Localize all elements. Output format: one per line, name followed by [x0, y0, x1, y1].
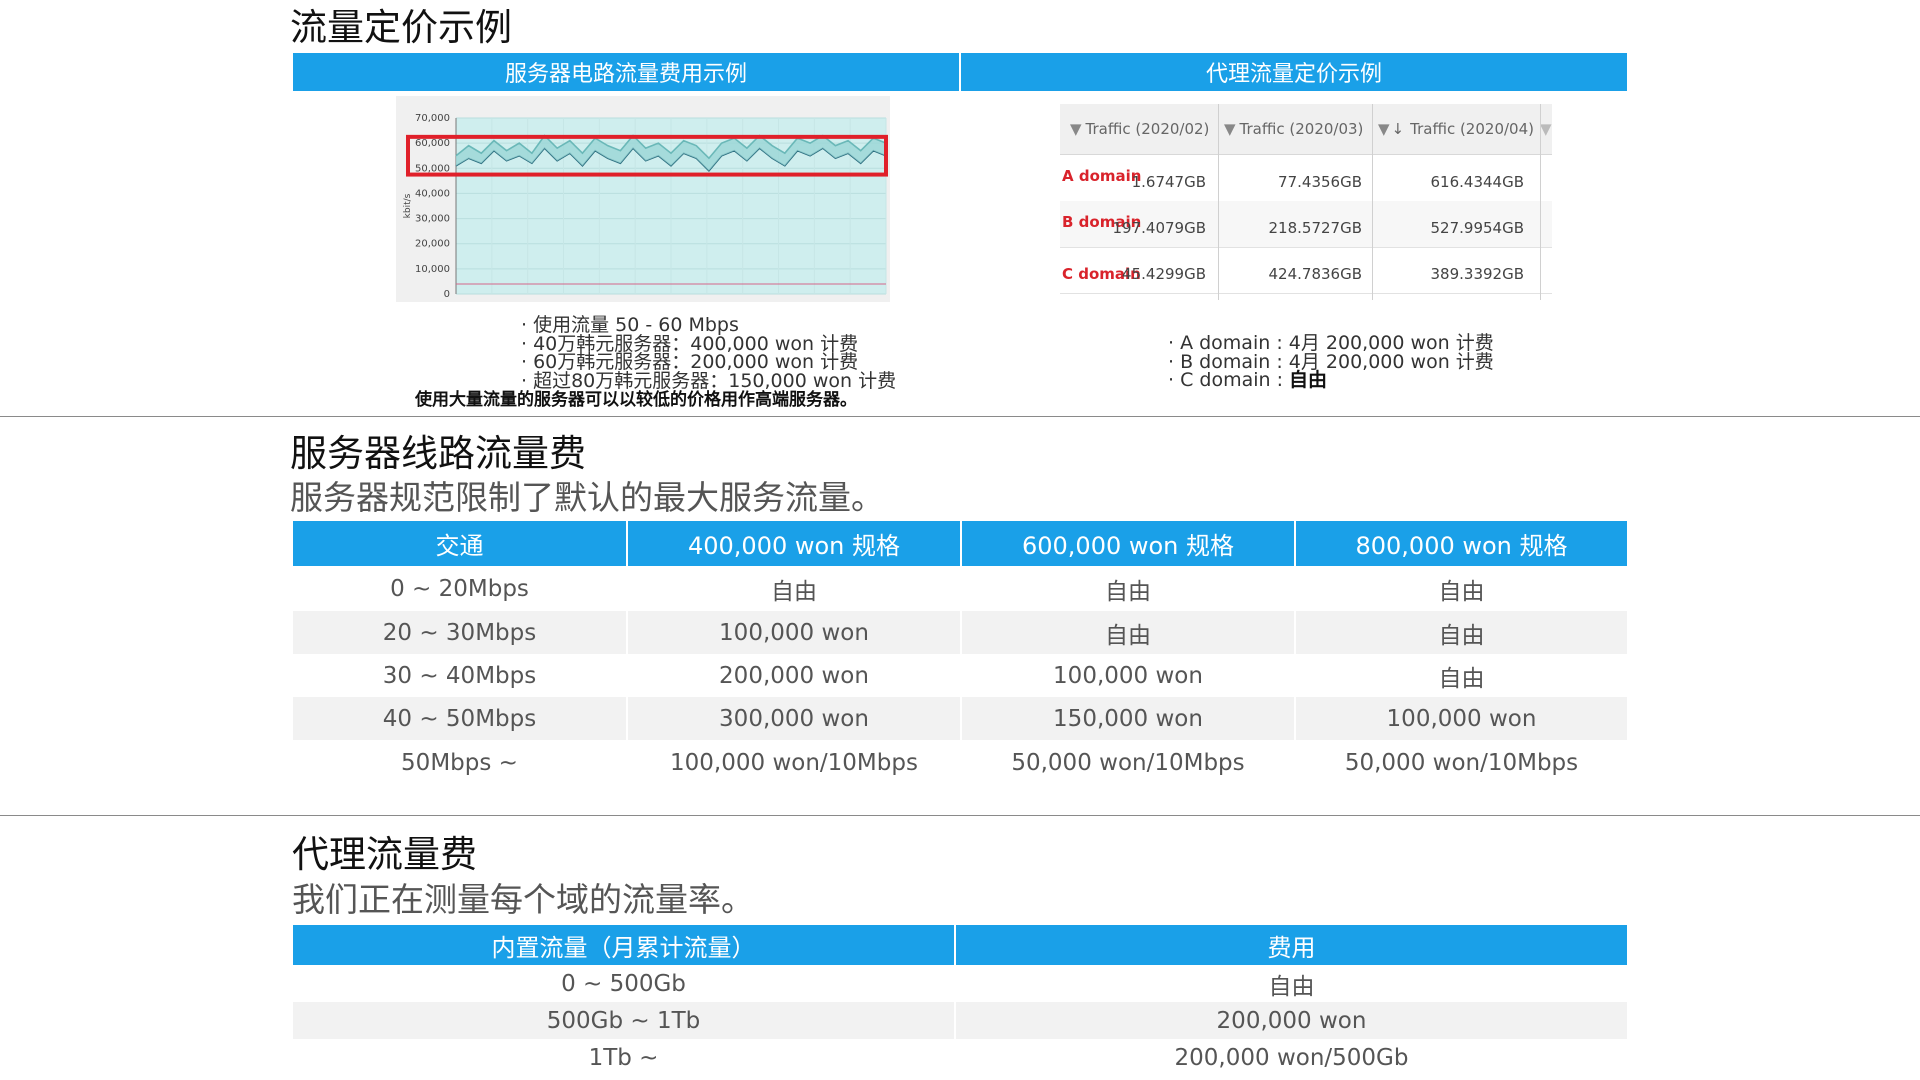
section-divider — [0, 416, 1920, 417]
filter-icon[interactable]: ▼ — [1070, 120, 1082, 138]
table-row: 0 ~ 20Mbps 自由 自由 自由 — [293, 566, 1627, 611]
table-row: 20 ~ 30Mbps 100,000 won 自由 自由 — [293, 611, 1627, 654]
table-header-cell: 400,000 won 规格 — [627, 521, 962, 566]
table-cell: 0 ~ 20Mbps — [293, 566, 628, 611]
server-traffic-table: 交通 400,000 won 规格 600,000 won 规格 800,000… — [293, 521, 1627, 785]
table-cell: 40 ~ 50Mbps — [293, 697, 628, 740]
filter-icon[interactable]: ▼ — [1224, 120, 1236, 138]
table-cell: 500Gb ~ 1Tb — [293, 1002, 956, 1039]
table-header-cell: 600,000 won 规格 — [961, 521, 1296, 566]
traffic-chart-svg: 70,00060,00050,00040,00030,00020,00010,0… — [403, 113, 888, 300]
filter-icon[interactable]: ▼ — [1540, 104, 1552, 154]
table-row: 40 ~ 50Mbps 300,000 won 150,000 won 100,… — [293, 697, 1627, 740]
table-row: 500Gb ~ 1Tb 200,000 won — [293, 1002, 1627, 1039]
proxy-note-line: · C domain : 自由 — [1168, 369, 1328, 391]
table-row: 50Mbps ~ 100,000 won/10Mbps 50,000 won/1… — [293, 740, 1627, 785]
table-header-cell: 费用 — [955, 925, 1627, 965]
server-note-bold: 使用大量流量的服务器可以以较低的价格用作高端服务器。 — [415, 390, 857, 410]
table-header-cell: 交通 — [293, 521, 628, 566]
domain-value: 45.4299GB — [1122, 265, 1206, 283]
server-note-summary: 使用大量流量的服务器可以以较低的价格用作高端服务器。 — [415, 390, 857, 410]
domain-value: 218.5727GB — [1268, 219, 1363, 237]
sort-desc-icon[interactable]: ↓ — [1392, 120, 1405, 138]
y-axis-label: kbit/s — [403, 193, 413, 218]
table-row: 0 ~ 500Gb 自由 — [293, 965, 1627, 1002]
server-notes: · 使用流量 50 - 60 Mbps · 40万韩元服务器：400,000 w… — [521, 316, 896, 390]
table-cell: 200,000 won/500Gb — [1174, 1045, 1409, 1071]
table-cell: 150,000 won — [961, 697, 1296, 740]
table-header-row: 交通 400,000 won 规格 600,000 won 规格 800,000… — [293, 521, 1627, 566]
domain-value: 424.7836GB — [1268, 265, 1363, 283]
table-header-row: 内置流量（月累计流量） 费用 — [293, 925, 1627, 965]
table-cell: 30 ~ 40Mbps — [293, 654, 628, 697]
domain-value: 616.4344GB — [1430, 173, 1525, 191]
proxy-notes: · A domain : 4月 200,000 won 计费 · B domai… — [1168, 334, 1494, 390]
table-cell: 100,000 won/10Mbps — [627, 740, 962, 785]
table-cell: 200,000 won — [955, 1002, 1627, 1039]
server-note-line: · 60万韩元服务器：200,000 won 计费 — [521, 351, 859, 373]
domain-value: 197.4079GB — [1112, 219, 1207, 237]
table-header-cell: 800,000 won 规格 — [1295, 521, 1627, 566]
table-cell: 0 ~ 500Gb — [293, 965, 956, 1002]
domain-name: A domain — [1062, 167, 1142, 185]
y-tick-label: 60,000 — [415, 138, 450, 149]
table-cell: 自由 — [961, 611, 1296, 654]
table-cell: 自由 — [961, 566, 1296, 611]
table-cell: 自由 — [1438, 578, 1485, 605]
section3-title: 代理流量费 — [292, 833, 477, 876]
domain-table-row: C domain 45.4299GB 424.7836GB 389.3392GB — [1060, 247, 1552, 294]
table-cell: 自由 — [1295, 611, 1627, 654]
y-tick-label: 20,000 — [415, 239, 450, 250]
domain-table-row: B domain 197.4079GB 218.5727GB 527.9954G… — [1060, 201, 1552, 248]
table-header-cell: 内置流量（月累计流量） — [293, 925, 956, 965]
table-cell: 100,000 won — [1295, 697, 1627, 740]
domain-table-header-cell[interactable]: ▼ ↓ Traffic (2020/04) — [1378, 104, 1534, 154]
table-cell: 300,000 won — [627, 697, 962, 740]
column-divider — [1372, 104, 1373, 300]
traffic-chart: 70,000 60,000 50,000 40,000 30,000 20,000 10,0… — [396, 96, 890, 302]
domain-value: 389.3392GB — [1430, 265, 1525, 283]
server-example-header: 服务器电路流量费用示例 — [293, 53, 959, 91]
domain-table-header-cell[interactable]: ▼ Traffic (2020/02) — [1070, 104, 1209, 154]
table-cell: 自由 — [627, 566, 962, 611]
proxy-traffic-table: 内置流量（月累计流量） 费用 0 ~ 500Gb 自由 500Gb ~ 1Tb … — [293, 925, 1627, 1077]
table-row: 1Tb ~ 200,000 won/500Gb — [293, 1039, 1627, 1077]
table-cell: 200,000 won — [627, 654, 962, 697]
proxy-note-line: · A domain : 4月 200,000 won 计费 — [1168, 332, 1494, 354]
domain-value: 77.4356GB — [1278, 173, 1362, 191]
table-cell: 20 ~ 30Mbps — [293, 611, 628, 654]
table-cell: 50,000 won/10Mbps — [961, 740, 1296, 785]
section1-title: 流量定价示例 — [290, 6, 512, 49]
y-tick-label: 10,000 — [415, 264, 450, 275]
table-cell: 50,000 won/10Mbps — [1344, 749, 1579, 776]
proxy-example-header: 代理流量定价示例 — [961, 53, 1627, 91]
filter-icon[interactable]: ▼ — [1378, 120, 1390, 138]
y-tick-label: 70,000 — [415, 113, 450, 124]
domain-value: 527.9954GB — [1430, 219, 1525, 237]
server-note-line: · 超过80万韩元服务器：150,000 won 计费 — [521, 369, 897, 392]
y-tick-label: 40,000 — [415, 188, 450, 199]
table-row: 30 ~ 40Mbps 200,000 won 100,000 won 自由 — [293, 654, 1627, 697]
table-cell: 100,000 won — [961, 654, 1296, 697]
section2-title: 服务器线路流量费 — [290, 432, 586, 475]
domain-table-header-cell[interactable]: ▼ Traffic (2020/03) — [1224, 104, 1363, 154]
domain-table-row: A domain 1.6747GB 77.4356GB 616.4344GB — [1060, 155, 1552, 202]
column-divider — [1218, 104, 1219, 300]
domain-value: 1.6747GB — [1131, 173, 1206, 191]
column-divider — [1540, 104, 1541, 300]
y-tick-label: 0 — [444, 289, 450, 300]
table-cell: 100,000 won — [627, 611, 962, 654]
section-divider — [0, 815, 1920, 816]
table-cell: 1Tb ~ — [293, 1039, 956, 1077]
section3-subtitle: 我们正在测量每个域的流量率。 — [292, 880, 754, 919]
table-cell: 50Mbps ~ — [293, 740, 628, 785]
section2-subtitle: 服务器规范限制了默认的最大服务流量。 — [290, 478, 884, 517]
table-cell: 自由 — [1268, 973, 1315, 1000]
server-note-line: · 使用流量 50 - 60 Mbps — [521, 314, 739, 336]
table-cell: 自由 — [1438, 665, 1485, 692]
y-tick-label: 30,000 — [415, 214, 450, 225]
domain-traffic-table: ▼ Traffic (2020/02) ▼ Traffic (2020/03) … — [1060, 104, 1552, 300]
proxy-note-free: 自由 — [1289, 369, 1328, 391]
